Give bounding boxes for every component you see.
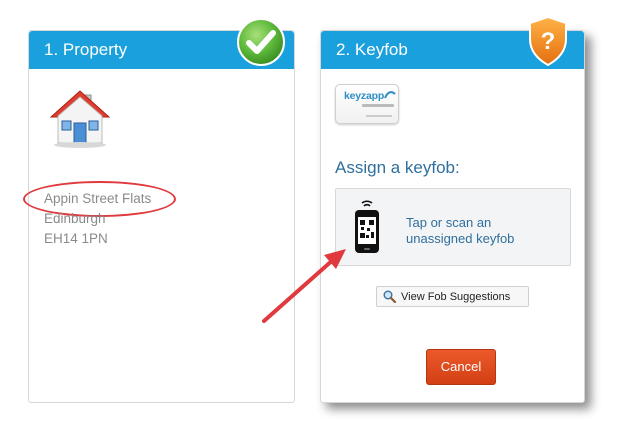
- view-fob-suggestions-button[interactable]: View Fob Suggestions: [376, 286, 529, 307]
- tap-instructions: Tap or scan an unassigned keyfob: [406, 215, 514, 247]
- view-fob-suggestions-label: View Fob Suggestions: [401, 290, 511, 303]
- address-line-1: Appin Street Flats: [44, 191, 152, 206]
- checkmark-icon: [237, 18, 285, 66]
- svg-text:?: ?: [541, 28, 556, 55]
- cancel-button[interactable]: Cancel: [426, 349, 496, 385]
- address-line-3: EH14 1PN: [44, 231, 108, 246]
- tap-line-2: unassigned keyfob: [406, 231, 515, 246]
- annotation-arrow: [262, 249, 346, 323]
- stage: 1. Property Appin Street Flats Edinburgh…: [0, 0, 620, 437]
- phone-qr-icon: [355, 200, 379, 253]
- keyzapp-logo: keyzapp: [335, 84, 399, 124]
- house-icon: [49, 90, 111, 148]
- tap-line-1: Tap or scan an: [406, 215, 492, 230]
- property-address: Appin Street Flats Edinburgh EH14 1PN: [44, 189, 151, 249]
- address-line-2: Edinburgh: [44, 211, 106, 226]
- keyzapp-logo-text: keyzapp: [344, 90, 385, 102]
- assign-keyfob-title: Assign a keyfob:: [335, 158, 460, 177]
- keyfob-card: 2. Keyfob ? keyzapp Assign a keyfob: Tap…: [320, 15, 585, 403]
- property-card: 1. Property Appin Street Flats Edinburgh…: [23, 18, 295, 403]
- logo-tagline: [362, 104, 394, 107]
- question-shield-icon: ?: [529, 15, 567, 67]
- keyzapp-swoosh-icon: [384, 91, 396, 99]
- logo-footer-line: [366, 115, 392, 117]
- tap-or-scan-area[interactable]: Tap or scan an unassigned keyfob: [335, 188, 571, 266]
- magnifier-icon: [383, 290, 396, 303]
